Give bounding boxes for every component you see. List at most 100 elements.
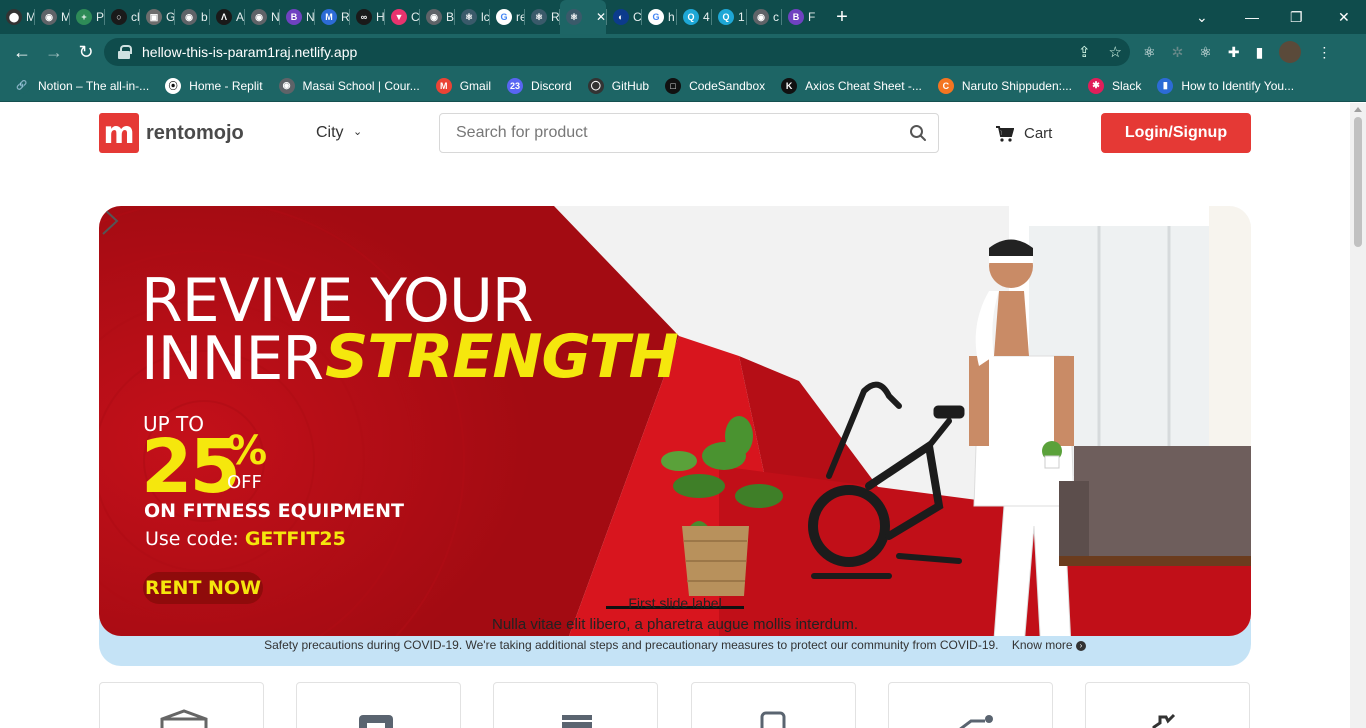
category-card[interactable] (296, 682, 461, 728)
tab-title[interactable]: B (446, 10, 454, 24)
tab-title[interactable]: cl (131, 10, 139, 24)
browser-tab[interactable]: MR (315, 0, 349, 34)
browser-tab[interactable]: Q1 (712, 0, 746, 34)
tab-title[interactable]: h (668, 10, 676, 24)
tab-title[interactable]: R (341, 10, 349, 24)
cart-link[interactable]: Cart (1024, 125, 1052, 142)
bookmark-label[interactable]: Gmail (460, 79, 491, 93)
browser-tab[interactable]: ◉ B (420, 0, 454, 34)
bookmark-item[interactable]: 23 Discord (507, 77, 572, 94)
scroll-up-icon[interactable] (1354, 107, 1362, 112)
category-card[interactable] (888, 682, 1053, 728)
bookmark-item[interactable]: ⦿ Home - Replit (165, 77, 263, 94)
bookmark-label[interactable]: Notion – The all-in-... (38, 79, 149, 93)
bookmark-item[interactable]: □ CodeSandbox (665, 77, 765, 94)
bookmark-label[interactable]: Slack (1112, 79, 1141, 93)
tab-title[interactable]: M (61, 10, 69, 24)
bookmark-item[interactable]: K Axios Cheat Sheet -... (781, 77, 922, 94)
page-scrollbar[interactable] (1350, 103, 1366, 728)
browser-tab[interactable]: ▼ C (385, 0, 419, 34)
category-card[interactable] (1085, 682, 1250, 728)
tab-title[interactable]: R (551, 10, 559, 24)
reload-icon[interactable]: ↻ (70, 42, 102, 63)
tab-title[interactable]: b (201, 10, 209, 24)
rentomojo-logo-icon[interactable]: m (99, 113, 139, 153)
back-icon[interactable]: ← (6, 42, 38, 63)
brand-name[interactable]: rentomojo (146, 122, 244, 145)
browser-tab[interactable]: ⬤ M (0, 0, 34, 34)
bookmark-item[interactable]: ◉ Masai School | Cour... (278, 77, 420, 94)
browser-tab[interactable]: ⚛ R (525, 0, 559, 34)
tab-title[interactable]: H (376, 10, 384, 24)
category-card[interactable] (99, 682, 264, 728)
browser-tab[interactable]: ΛA (210, 0, 244, 34)
browser-tab[interactable]: ◉ b (175, 0, 209, 34)
browser-tab[interactable]: ◉ N (245, 0, 279, 34)
bookmark-label[interactable]: How to Identify You... (1181, 79, 1294, 93)
tab-title[interactable]: 4 (703, 10, 711, 24)
bookmark-label[interactable]: Naruto Shippuden:... (962, 79, 1072, 93)
bookmark-label[interactable]: CodeSandbox (689, 79, 765, 93)
arrow-circle-icon[interactable]: › (1075, 640, 1086, 651)
browser-tab[interactable]: ○ cl (105, 0, 139, 34)
bookmark-label[interactable]: Masai School | Cour... (303, 79, 420, 93)
tab-title[interactable]: re (516, 10, 524, 24)
bookmark-item[interactable]: ▮ How to Identify You... (1157, 77, 1294, 94)
browser-tab[interactable]: BN (280, 0, 314, 34)
browser-tab[interactable]: ▣ G (140, 0, 174, 34)
know-more-link[interactable]: Know more › (1012, 638, 1086, 652)
forward-icon[interactable]: → (38, 42, 70, 63)
city-selector[interactable]: City (316, 124, 344, 142)
tab-title[interactable]: lc (481, 10, 489, 24)
tab-title[interactable]: 1 (738, 10, 746, 24)
omnibox[interactable]: hellow-this-is-param1raj.netlify.app ⇪ ☆ (104, 38, 1130, 66)
lock-icon[interactable] (118, 45, 132, 59)
close-tab-icon[interactable]: ✕ (596, 10, 606, 24)
share-icon[interactable]: ⇪ (1078, 43, 1091, 61)
browser-tab[interactable]: + P (70, 0, 104, 34)
browser-tab[interactable]: ◐ C (607, 0, 641, 34)
react-devtools-icon[interactable]: ⚛ (1143, 44, 1156, 61)
login-signup-button[interactable]: Login/Signup (1101, 113, 1251, 153)
bug-extension-icon[interactable]: ✲ (1172, 44, 1184, 61)
side-panel-icon[interactable]: ▮ (1256, 44, 1264, 61)
search-icon[interactable] (909, 124, 927, 142)
browser-tab[interactable]: ◉ M (35, 0, 69, 34)
tab-title[interactable]: N (306, 10, 314, 24)
category-card[interactable] (493, 682, 658, 728)
search-input[interactable] (439, 113, 939, 153)
browser-tab[interactable]: Q4 (677, 0, 711, 34)
tab-title[interactable]: A (236, 10, 244, 24)
tab-title[interactable]: C (411, 10, 419, 24)
browser-tab[interactable]: BF (782, 0, 816, 34)
bookmark-label[interactable]: GitHub (612, 79, 649, 93)
browser-tab[interactable]: ⚛ ✕ (560, 0, 606, 34)
hero-carousel[interactable]: REVIVE YOUR INNER STRENGTH UP TO 25 % OF… (99, 206, 1251, 636)
close-window-icon[interactable]: ✕ (1338, 0, 1350, 34)
bookmark-item[interactable]: M Gmail (435, 77, 491, 94)
browser-tab[interactable]: Gh (642, 0, 676, 34)
tab-title[interactable]: F (808, 10, 816, 24)
carousel-next-icon[interactable] (99, 206, 121, 236)
tab-title[interactable]: N (271, 10, 279, 24)
react-extension-icon[interactable]: ⚛ (1199, 44, 1212, 61)
bookmark-item[interactable]: C Naruto Shippuden:... (937, 77, 1072, 94)
tab-title[interactable]: P (96, 10, 104, 24)
category-card[interactable] (691, 682, 856, 728)
menu-dots-icon[interactable]: ⋮ (1317, 44, 1331, 61)
bookmark-label[interactable]: Discord (531, 79, 572, 93)
chevron-down-icon[interactable]: ⌄ (353, 125, 362, 138)
tab-title[interactable]: M (26, 10, 34, 24)
bookmark-label[interactable]: Home - Replit (189, 79, 262, 93)
tab-title[interactable]: C (633, 10, 641, 24)
restore-icon[interactable]: ❐ (1290, 0, 1303, 34)
tab-title[interactable]: G (166, 10, 174, 24)
browser-tab[interactable]: Gre (490, 0, 524, 34)
bookmark-star-icon[interactable]: ☆ (1109, 43, 1122, 61)
browser-tab[interactable]: ∞ H (350, 0, 384, 34)
know-more-label[interactable]: Know more (1012, 638, 1073, 652)
tab-search-icon[interactable]: ⌄ (1196, 0, 1208, 34)
profile-avatar-icon[interactable] (1279, 41, 1302, 63)
url-text[interactable]: hellow-this-is-param1raj.netlify.app (142, 44, 357, 60)
browser-tab[interactable]: ◉ c (747, 0, 781, 34)
